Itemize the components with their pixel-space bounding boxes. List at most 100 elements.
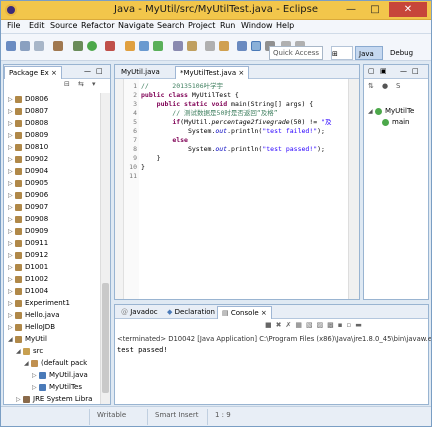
close-button[interactable]: ✕ [389,2,427,17]
code-line[interactable]: // 测试数据是50时是否返回“及格” [141,109,277,118]
collapse-arrow-icon[interactable]: ◢ [368,108,375,115]
tree-item[interactable]: ▷ Experiment1 [8,297,70,309]
new-class-icon[interactable] [153,41,163,51]
close-icon[interactable]: × [238,69,244,77]
menu-source[interactable]: Source [50,21,77,30]
tree-item[interactable]: ▷ D0912 [8,249,48,261]
minimize-view-icon[interactable]: — [400,67,407,75]
tree-item[interactable]: ▷ D0906 [8,189,48,201]
tree-item[interactable]: ▷ D0909 [8,225,48,237]
print-icon[interactable] [53,41,63,51]
code-line[interactable]: System.out.println("test passed!"); [141,145,325,154]
collapse-arrow-icon[interactable]: ◢ [8,334,15,346]
toggle-mark-icon[interactable] [237,41,247,51]
tree-item[interactable]: ▷ Hello.java [8,309,60,321]
tree-item[interactable]: ▷ D0808 [8,117,48,129]
outline-item-main[interactable]: main [382,118,410,126]
menu-navigate[interactable]: Navigate [118,21,154,30]
save-icon[interactable] [20,41,30,51]
menu-search[interactable]: Search [157,21,184,30]
menu-file[interactable]: File [7,21,20,30]
tab-console[interactable]: ▤ Console × [217,306,272,319]
menu-help[interactable]: Help [276,21,294,30]
collapse-all-icon[interactable]: ⊟ [64,80,70,88]
save-all-icon[interactable] [34,41,44,51]
toggle-highlight-icon[interactable] [251,41,261,51]
code-line[interactable]: public class MyUtilTest { [141,91,239,100]
maximize-view-icon[interactable]: □ [412,67,419,75]
code-line[interactable]: System.out.println("test failed!"); [141,127,325,136]
editor-gutter[interactable] [115,79,124,299]
collapse-arrow-icon[interactable]: ◢ [16,346,23,358]
open-perspective-button[interactable]: ⊞ [331,46,353,60]
tree-scrollbar-thumb[interactable] [102,283,109,393]
sort-icon[interactable]: ⇅ [368,82,374,90]
code-line[interactable]: public static void main(String[] args) { [141,100,314,109]
quick-access-input[interactable]: Quick Access [269,46,323,60]
menu-window[interactable]: Window [241,21,273,30]
tree-item[interactable]: ▷ D0911 [8,237,48,249]
tree-item[interactable]: ◢ MyUtil [8,333,47,345]
tree-item[interactable]: ▷ D0902 [8,153,48,165]
tab-package-explorer[interactable]: Package Ex × [4,66,62,79]
code-line[interactable]: } [141,163,145,172]
maximize-view-icon[interactable]: □ [96,67,103,75]
tree-item[interactable]: ▷ D0807 [8,105,48,117]
pin-icon[interactable] [219,41,229,51]
java-perspective-button[interactable]: Java [355,46,383,60]
new-java-project-icon[interactable] [125,41,135,51]
task-list-icon[interactable]: ▣ [380,67,387,75]
hide-fields-icon[interactable]: ● [382,82,388,90]
editor-scrollbar[interactable] [348,79,359,299]
link-with-editor-icon[interactable]: ⇆ [78,80,84,88]
code-line[interactable]: } [141,154,161,163]
outline-item-class[interactable]: ◢ MyUtilTe [368,107,414,115]
tab-javadoc[interactable]: @ Javadoc [117,306,162,319]
next-annotation-icon[interactable] [205,41,215,51]
tree-item[interactable]: ▷ MyUtil.java [32,369,88,381]
close-icon[interactable]: × [51,69,57,77]
menu-edit[interactable]: Edit [29,21,45,30]
menu-refactor[interactable]: Refactor [81,21,115,30]
external-tools-icon[interactable] [105,41,115,51]
title-bar[interactable]: Java - MyUtil/src/MyUtilTest.java - Ecli… [1,1,431,20]
tab-myutil-java[interactable]: MyUtil.java [117,66,164,79]
tab-declaration[interactable]: ◆ Declaration [163,306,219,319]
minimize-button[interactable]: — [339,2,363,17]
tree-item[interactable]: ◢ (default pack [24,357,87,369]
expand-arrow-icon[interactable]: ▷ [16,394,23,406]
code-line[interactable]: // 20135106叶学宇 [141,82,223,91]
maximize-button[interactable]: □ [363,2,387,17]
hide-static-icon[interactable]: S [396,82,400,90]
console-output[interactable]: test passed! [117,346,168,354]
tree-item[interactable]: ▷ D0908 [8,213,48,225]
debug-icon[interactable] [73,41,83,51]
collapse-arrow-icon[interactable]: ◢ [24,358,31,370]
view-menu-icon[interactable]: ▾ [92,80,96,88]
tree-item[interactable]: ▷ D1004 [8,285,48,297]
minimize-view-icon[interactable]: — [84,67,91,75]
menu-run[interactable]: Run [220,21,235,30]
console-toolbar[interactable]: ■✖✗▦▧▨▩▪▫▬ [265,321,366,329]
outline-icon[interactable]: ▢ [368,67,375,75]
tree-item[interactable]: ▷ JRE System Libra [16,393,92,405]
tree-item[interactable]: ◢ src [16,345,43,357]
run-icon[interactable] [87,41,97,51]
tree-item[interactable]: ▷ D1002 [8,273,48,285]
tree-item[interactable]: ▷ HelloJDB [8,321,55,333]
open-type-icon[interactable] [173,41,183,51]
menu-project[interactable]: Project [188,21,215,30]
debug-perspective-button[interactable]: Debug [386,46,426,60]
close-icon[interactable]: × [261,309,267,317]
tree-item[interactable]: ▷ MyUtilTes [32,381,82,393]
new-icon[interactable] [6,41,16,51]
tree-item[interactable]: ▷ D1001 [8,261,48,273]
tree-item[interactable]: ▷ D0810 [8,141,48,153]
code-line[interactable]: if(MyUtil.percentage2fivegrade(50) != "及 [141,118,331,127]
search-icon[interactable] [187,41,197,51]
tree-item[interactable]: ▷ D0907 [8,201,48,213]
new-package-icon[interactable] [139,41,149,51]
tree-item[interactable]: ▷ D0905 [8,177,48,189]
tree-item[interactable]: ▷ D0904 [8,165,48,177]
tab-myutiltest-java[interactable]: *MyUtilTest.java × [175,66,250,79]
